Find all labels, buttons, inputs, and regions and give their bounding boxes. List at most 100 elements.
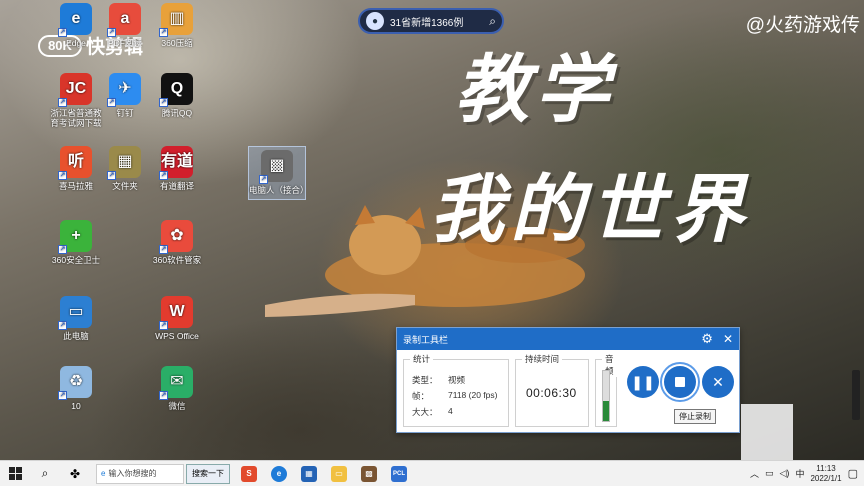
sogou-icon: S [241,465,257,482]
cancel-recording-button[interactable]: ✕ [702,366,734,398]
taskbar-app-sogou[interactable]: S [234,461,264,486]
app-icon: 听 ↗ [58,146,92,180]
shortcut-arrow-icon: ↗ [159,28,168,37]
taskbar-search-button[interactable]: ⌕ [30,461,60,486]
windows-icon [8,467,22,480]
desktop-icon[interactable]: + ↗ 360安全卫士 [47,220,105,265]
shortcut-arrow-icon: ↗ [58,171,67,180]
chevron-up-icon[interactable]: ︿ [750,467,759,480]
app-icon: W ↗ [159,296,193,330]
close-icon[interactable]: ✕ [723,332,733,346]
taskbar-search-submit[interactable]: 搜索一下 [186,463,230,484]
edge-icon: e [101,469,106,478]
app-icon: Q ↗ [159,73,193,107]
clock[interactable]: 11:13 2022/1/1 [810,464,841,484]
size-value: 4 [448,406,453,416]
frames-value: 7118 (20 fps) [448,390,498,400]
app-icon: + ↗ [58,220,92,254]
edge-icon: e [271,465,287,482]
desktop-icon[interactable]: ▦ ↗ 文件夹 [96,146,154,191]
recording-toolbar-titlebar[interactable]: 录制工具栏 ⚙ ✕ [397,328,739,350]
desktop-icon-label: 10 [71,401,81,411]
desktop-icon[interactable]: ▩ ↗ 电脑人（接合） [248,146,309,200]
store-icon: ▦ [301,465,317,482]
author-watermark: @火药游戏传 [745,15,860,36]
folder-icon: ▭ [331,465,347,482]
taskbar-app-pcl[interactable]: PCL [384,461,414,486]
app-icon: ▩ ↗ [259,150,293,184]
app-icon: ▭ ↗ [58,296,92,330]
app-icon: e ↗ [58,3,92,37]
gear-icon[interactable]: ⚙ [701,331,713,347]
blank-window-fragment [741,404,793,460]
taskbar-search-input[interactable]: e 输入你想搜的 [96,463,184,484]
shortcut-arrow-icon: ↗ [58,98,67,107]
stats-group: 统计 类型： 视频 帧： 7118 (20 fps) 大大： 4 [403,353,509,427]
stats-caption: 统计 [410,353,434,365]
news-search-pill[interactable]: ● 31省新增1366例 ⌕ [358,8,504,34]
desktop-icon[interactable]: Q ↗ 腾讯QQ [148,73,206,118]
taskbar-app-store[interactable]: ▦ [294,461,324,486]
taskbar: ⌕ ✤ e 输入你想搜的 搜索一下 S e ▦ ▭ ▩ PCL ︿ ▭ ◁) 中… [0,460,864,486]
close-icon: ✕ [712,373,724,390]
shortcut-arrow-icon: ↗ [107,28,116,37]
type-value: 视频 [448,375,466,385]
duration-group: 持续时间 00:06:30 [515,353,589,427]
desktop-icon[interactable]: W ↗ WPS Office [148,296,206,341]
news-pill-text: 31省新增1366例 [390,17,464,29]
desktop-icon-label: 腾讯QQ [161,108,193,118]
desktop-icon-label: 钉钉 [116,108,134,118]
taskbar-app-edge[interactable]: e [264,461,294,486]
ime-indicator[interactable]: 中 [795,467,804,480]
desktop-icon[interactable]: ▭ ↗ 此电脑 [47,296,105,341]
desktop-icon-label: 360软件管家 [152,255,202,265]
scrollbar-thumb[interactable] [852,370,860,420]
duration-caption: 持续时间 [522,353,563,365]
recording-toolbar-title: 录制工具栏 [403,334,449,345]
desktop-icon[interactable]: ♻ ↗ 10 [47,366,105,411]
shortcut-arrow-icon: ↗ [58,245,67,254]
stop-recording-button[interactable] [660,362,700,402]
desktop-icon[interactable]: a ↗ PDF阅读 [96,3,154,48]
clock-time: 11:13 [816,463,836,473]
shortcut-arrow-icon: ↗ [58,28,67,37]
pinwheel-icon: ✤ [69,466,81,481]
app-icon: 有道 ↗ [159,146,193,180]
desktop-icon[interactable]: ✈ ↗ 钉钉 [96,73,154,118]
taskbar-search-placeholder: 输入你想搜的 [108,469,157,478]
pause-button[interactable]: ❚❚ [627,366,659,398]
app-icon: ▦ ↗ [107,146,141,180]
virus-icon: ● [366,12,384,30]
desktop-icon[interactable]: ✿ ↗ 360软件管家 [148,220,206,265]
shortcut-arrow-icon: ↗ [159,321,168,330]
search-icon: ⌕ [41,466,49,480]
search-icon[interactable]: ⌕ [489,14,496,29]
desktop-icon-label: 文件夹 [112,181,138,191]
audio-group: 音频 [595,353,617,427]
desktop-icon[interactable]: 有道 ↗ 有道翻译 [148,146,206,191]
app-icon: JC ↗ [58,73,92,107]
shortcut-arrow-icon: ↗ [259,175,268,184]
volume-icon[interactable]: ◁) [780,468,790,479]
app-icon: ♻ ↗ [58,366,92,400]
stop-recording-tooltip: 停止录制 [674,409,716,424]
shortcut-arrow-icon: ↗ [159,391,168,400]
system-tray: ︿ ▭ ◁) 中 11:13 2022/1/1 ▢ [750,464,864,484]
battery-icon[interactable]: ▭ [765,468,774,479]
desktop-icon[interactable]: ▥ ↗ 360压缩 [148,3,206,48]
desktop-icon[interactable]: ✉ ↗ 微信 [148,366,206,411]
taskbar-app-explorer[interactable]: ▭ [324,461,354,486]
audio-level-meter [602,370,610,422]
app-icon: ✉ ↗ [159,366,193,400]
start-button[interactable] [0,461,30,486]
notification-icon[interactable]: ▢ [848,467,858,480]
desktop-icon-label: 微信 [168,401,186,411]
desktop-icon-label: 此电脑 [63,331,89,341]
duration-value: 00:06:30 [526,386,577,400]
taskbar-app-minecraft[interactable]: ▩ [354,461,384,486]
desktop-icon-label: PDF阅读 [107,38,142,48]
overlay-title-minecraft: 我的世界 [430,168,750,251]
pcl-icon: PCL [391,465,407,482]
desktop-icon-label: 360压缩 [161,38,193,48]
task-view-button[interactable]: ✤ [60,461,90,486]
